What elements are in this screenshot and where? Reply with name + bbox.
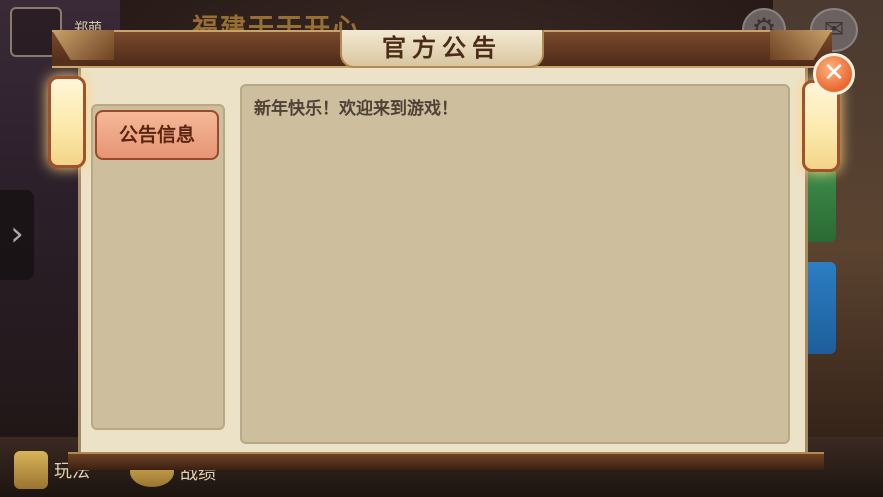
announcement-content-panel: 新年快乐！欢迎来到游戏！ (240, 84, 790, 444)
side-mode-card-blue[interactable] (806, 262, 836, 354)
chevron-left-icon[interactable]: › (0, 190, 34, 280)
rules-icon (14, 451, 48, 489)
dialog-footer-bar (68, 452, 824, 470)
dialog-title: 官方公告 (340, 30, 544, 68)
announcement-text: 新年快乐！欢迎来到游戏！ (254, 99, 458, 119)
tab-notice-info[interactable]: 公告信息 (95, 110, 219, 160)
side-mode-card-green[interactable] (806, 168, 836, 242)
close-icon[interactable]: ✕ (813, 53, 855, 95)
lantern-left-icon (48, 76, 86, 168)
